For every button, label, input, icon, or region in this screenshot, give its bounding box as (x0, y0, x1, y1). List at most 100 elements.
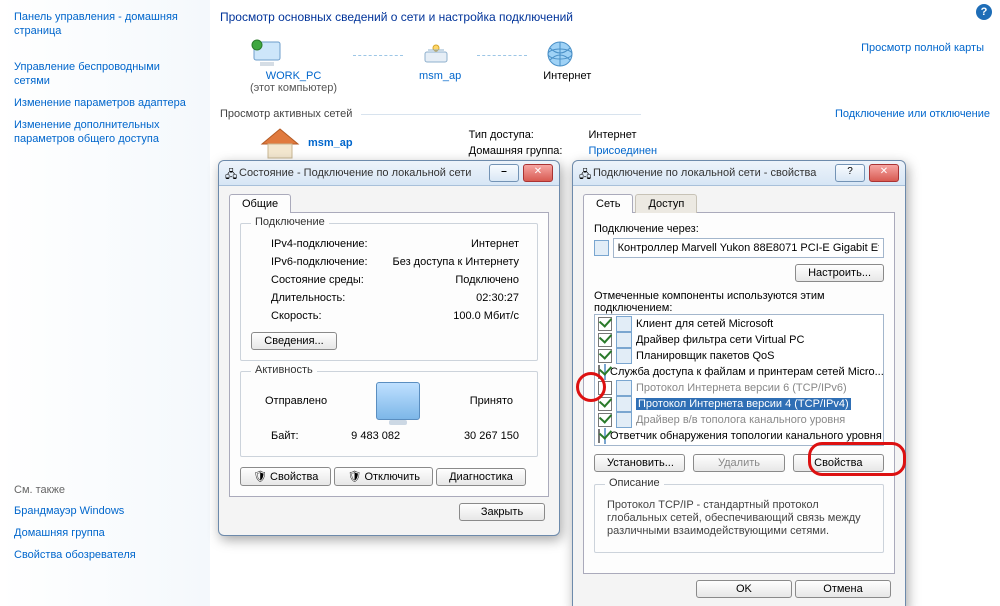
component-item[interactable]: Драйвер в/в тополога канального уровня (597, 412, 881, 428)
ipv6-value: Без доступа к Интернету (380, 254, 525, 270)
ipv6-label: IPv6-подключение: (253, 254, 378, 270)
adapter-field (613, 238, 884, 258)
remove-button: Удалить (693, 454, 784, 472)
ipv4-value: Интернет (380, 236, 525, 252)
activity-icon (376, 382, 420, 420)
component-label: Драйвер фильтра сети Virtual PC (636, 334, 804, 346)
homegroup-value[interactable]: Присоединен (588, 145, 657, 157)
checkbox[interactable] (598, 349, 612, 363)
components-label: Отмеченные компоненты используются этим … (594, 290, 884, 314)
component-item[interactable]: Протокол Интернета версии 4 (TCP/IPv4) (597, 396, 881, 412)
sidebar-home[interactable]: Панель управления - домашняя страница (0, 6, 210, 42)
component-icon (616, 412, 632, 428)
status-dialog: 🖧 Состояние - Подключение по локальной с… (218, 160, 560, 536)
network-icon: 🖧 (579, 166, 593, 180)
map-pc-name[interactable]: WORK_PC (266, 70, 322, 82)
homegroup-label: Домашняя группа: (465, 144, 567, 158)
ipv4-label: IPv4-подключение: (253, 236, 378, 252)
component-label: Планировщик пакетов QoS (636, 350, 775, 362)
page-title: Просмотр основных сведений о сети и наст… (220, 10, 990, 24)
diagnose-button[interactable]: Диагностика (436, 468, 526, 486)
annotation-ipv6-checkbox (576, 372, 606, 402)
active-nets-header: Просмотр активных сетей Подключение или … (220, 108, 990, 120)
checkbox[interactable] (598, 333, 612, 347)
help-button[interactable]: ? (835, 164, 865, 182)
disable-button[interactable]: 🛡 Отключить (334, 467, 433, 486)
recv-label: Принято (470, 395, 513, 407)
component-item[interactable]: Планировщик пакетов QoS (597, 348, 881, 364)
bytes-label: Байт: (253, 428, 332, 444)
tab-access[interactable]: Доступ (635, 194, 697, 213)
map-ap-name[interactable]: msm_ap (419, 70, 461, 82)
tab-network[interactable]: Сеть (583, 194, 633, 213)
media-label: Состояние среды: (253, 272, 378, 288)
component-label: Драйвер в/в тополога канального уровня (636, 414, 845, 426)
components-list[interactable]: Клиент для сетей Microsoft Драйвер фильтр… (594, 314, 884, 446)
see-also-ie-props[interactable]: Свойства обозревателя (0, 544, 210, 566)
component-label: Протокол Интернета версии 4 (TCP/IPv4) (636, 398, 851, 410)
component-label: Протокол Интернета версии 6 (TCP/IPv6) (636, 382, 847, 394)
checkbox[interactable] (598, 429, 600, 443)
checkbox[interactable] (598, 413, 612, 427)
speed-label: Скорость: (253, 308, 378, 324)
speed-value: 100.0 Мбит/с (380, 308, 525, 324)
status-title: Состояние - Подключение по локальной сет… (239, 167, 485, 179)
sidebar-adapter-settings[interactable]: Изменение параметров адаптера (0, 92, 210, 114)
configure-button[interactable]: Настроить... (795, 264, 884, 282)
ap-icon (419, 38, 453, 70)
connect-via-label: Подключение через: (594, 223, 884, 235)
duration-label: Длительность: (253, 290, 378, 306)
install-button[interactable]: Установить... (594, 454, 685, 472)
component-item[interactable]: Служба доступа к файлам и принтерам сете… (597, 364, 881, 380)
adapter-icon (594, 240, 609, 256)
media-value: Подключено (380, 272, 525, 288)
checkbox[interactable] (598, 397, 612, 411)
sidebar-wireless[interactable]: Управление беспроводными сетями (0, 56, 210, 92)
minimize-button[interactable]: ⎯ (489, 164, 519, 182)
component-label: Ответчик обнаружения топологии канальног… (610, 430, 882, 442)
full-map-link[interactable]: Просмотр полной карты (861, 42, 984, 54)
checkbox[interactable] (598, 317, 612, 331)
component-label: Клиент для сетей Microsoft (636, 318, 773, 330)
component-icon (616, 332, 632, 348)
duration-value: 02:30:27 (380, 290, 525, 306)
globe-icon (543, 38, 577, 70)
tab-general[interactable]: Общие (229, 194, 291, 213)
bytes-sent: 9 483 082 (334, 428, 418, 444)
annotation-properties-button (808, 442, 906, 476)
component-item[interactable]: Клиент для сетей Microsoft (597, 316, 881, 332)
cancel-button[interactable]: Отмена (795, 580, 891, 598)
component-item[interactable]: Драйвер фильтра сети Virtual PC (597, 332, 881, 348)
close-dialog-button[interactable]: Закрыть (459, 503, 545, 521)
map-pc-sub: (этот компьютер) (250, 82, 337, 94)
sent-label: Отправлено (265, 395, 327, 407)
props-title: Подключение по локальной сети - свойства (593, 167, 831, 179)
component-icon (616, 316, 632, 332)
component-icon (616, 396, 632, 412)
properties-dialog: 🖧 Подключение по локальной сети - свойст… (572, 160, 906, 606)
close-button[interactable]: ✕ (869, 164, 899, 182)
map-internet: Интернет (543, 70, 591, 82)
house-icon (260, 126, 300, 160)
sidebar: Панель управления - домашняя страница Уп… (0, 0, 210, 606)
component-item[interactable]: Протокол Интернета версии 6 (TCP/IPv6) (597, 380, 881, 396)
connect-disconnect-link[interactable]: Подключение или отключение (835, 108, 990, 120)
pc-icon (250, 38, 284, 70)
details-button[interactable]: Сведения... (251, 332, 337, 350)
ok-button[interactable]: OK (696, 580, 792, 598)
net-name[interactable]: msm_ap (308, 137, 353, 149)
close-button[interactable]: ✕ (523, 164, 553, 182)
access-type-label: Тип доступа: (465, 128, 567, 142)
component-icon (616, 348, 632, 364)
see-also-firewall[interactable]: Брандмауэр Windows (0, 500, 210, 522)
component-icon (616, 380, 632, 396)
see-also-homegroup[interactable]: Домашняя группа (0, 522, 210, 544)
properties-button[interactable]: 🛡 Свойства (240, 467, 331, 486)
grp-activity: Активность (251, 364, 317, 376)
network-icon: 🖧 (225, 166, 239, 180)
desc-text: Протокол TCP/IP - стандартный протокол г… (605, 495, 873, 542)
access-type-value: Интернет (568, 128, 661, 142)
grp-connection: Подключение (251, 216, 329, 228)
bytes-recv: 30 267 150 (420, 428, 525, 444)
sidebar-sharing-settings[interactable]: Изменение дополнительных параметров обще… (0, 114, 210, 150)
